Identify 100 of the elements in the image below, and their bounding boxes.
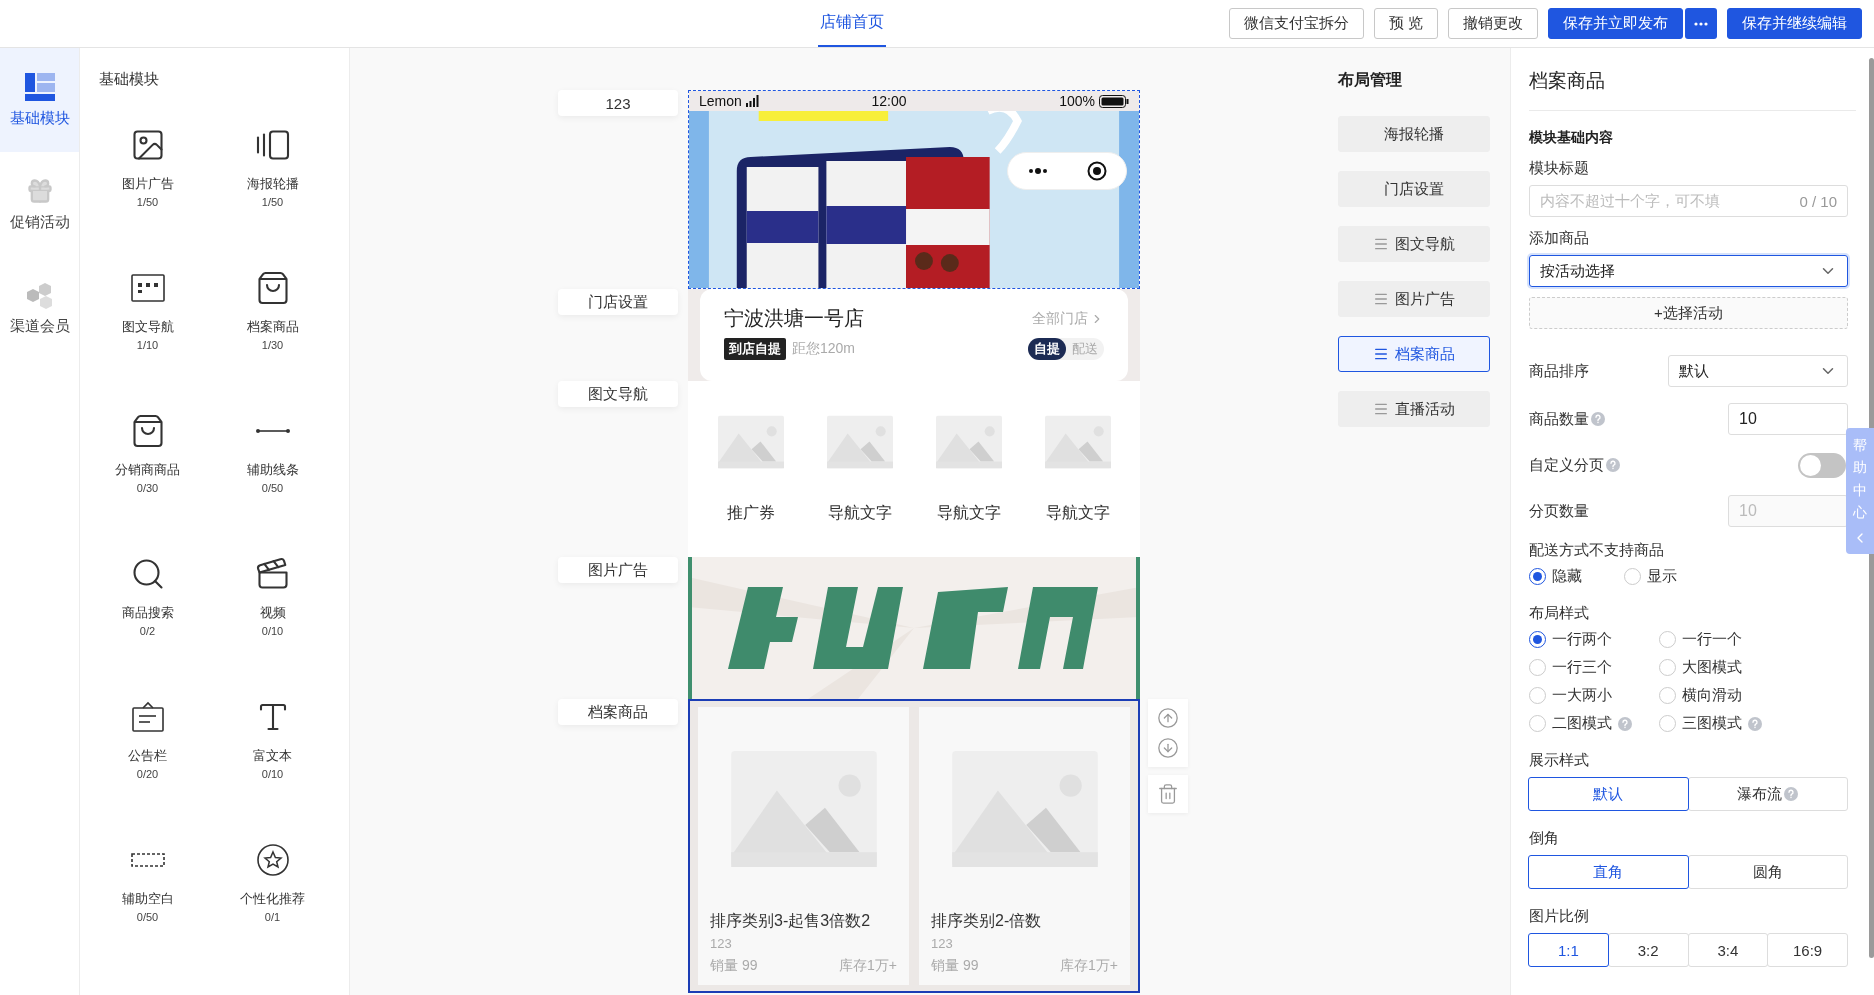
trash-icon[interactable]	[1157, 783, 1179, 805]
section-label[interactable]: 图片广告	[558, 557, 678, 583]
field-label: 展示样式	[1529, 751, 1590, 770]
drag-handle-icon[interactable]	[1373, 346, 1389, 362]
radio-option[interactable]: 大图模式	[1659, 658, 1809, 677]
help-icon[interactable]	[1784, 787, 1799, 801]
signal-icon	[744, 95, 759, 107]
banner-section[interactable]: Lemon 12:00 100%	[688, 90, 1140, 289]
module-count: 0/10	[261, 768, 284, 780]
segment-button[interactable]: 16:9	[1767, 933, 1848, 967]
segment-button[interactable]: 3:2	[1607, 933, 1689, 967]
radio-option[interactable]: 一行一个	[1659, 630, 1809, 649]
segment-button[interactable]: 圆角	[1687, 855, 1848, 889]
segment-button[interactable]: 瀑布流	[1687, 777, 1848, 811]
select-field[interactable]: 按活动选择	[1529, 255, 1848, 287]
side-nav-item[interactable]: 渠道会员	[0, 256, 79, 360]
sales-count: 销量 99	[931, 957, 979, 975]
section-label[interactable]: 档案商品	[558, 699, 678, 725]
field-label: 自定义分页	[1529, 455, 1620, 475]
module-name[interactable]: 公告栏	[128, 747, 167, 765]
move-up-icon[interactable]	[1157, 707, 1179, 729]
radio-option[interactable]: 横向滑动	[1659, 686, 1809, 705]
move-down-icon[interactable]	[1157, 737, 1179, 759]
segment-button[interactable]: 直角	[1528, 855, 1689, 889]
nav-item-label[interactable]: 推广券	[726, 503, 775, 524]
module-name[interactable]: 商品搜索	[121, 604, 174, 622]
layout-title: 布局管理	[1338, 70, 1403, 90]
module-count: 0/20	[136, 768, 159, 780]
module-name[interactable]: 个性化推荐	[240, 890, 305, 908]
nav-item-label[interactable]: 导航文字	[936, 503, 1001, 524]
toolbar-button[interactable]: 撤销更改	[1448, 8, 1538, 39]
field-label: 布局样式	[1529, 604, 1590, 623]
module-name[interactable]: 档案商品	[246, 318, 299, 336]
section-label[interactable]: 图文导航	[558, 381, 678, 407]
field-label: 商品数量	[1529, 409, 1605, 429]
toggle-switch[interactable]	[1798, 452, 1846, 478]
radio-option[interactable]: 显示	[1624, 567, 1719, 586]
battery-icon	[1099, 94, 1129, 108]
more-button[interactable]	[1685, 8, 1717, 39]
line-icon	[254, 428, 291, 434]
radio-option[interactable]: 二图模式	[1529, 714, 1659, 733]
store-section[interactable]: 宁波洪塘一号店 全部门店 到店自提 距您120m 自提 配送	[688, 289, 1140, 381]
radio-option[interactable]: 一行两个	[1529, 630, 1659, 649]
product-card[interactable]: 排序类别2-倍数 123 销量 99 库存1万+	[919, 707, 1130, 985]
module-name[interactable]: 分销商商品	[115, 461, 180, 479]
layout-item[interactable]: 图片广告	[1338, 281, 1490, 317]
module-name[interactable]: 辅助空白	[121, 890, 174, 908]
module-name[interactable]: 辅助线条	[246, 461, 299, 479]
help-icon[interactable]	[1591, 412, 1605, 426]
nav-item-label[interactable]: 导航文字	[1045, 503, 1110, 524]
gallery-icon	[254, 127, 291, 163]
help-icon[interactable]	[1748, 716, 1762, 731]
layout-item[interactable]: 直播活动	[1338, 391, 1490, 427]
module-name[interactable]: 富文本	[253, 747, 292, 765]
segment-button[interactable]: 默认	[1528, 777, 1689, 811]
layout-item[interactable]: 档案商品	[1338, 336, 1490, 372]
toolbar-button[interactable]: 预 览	[1373, 8, 1438, 39]
module-name[interactable]: 视频	[259, 604, 286, 622]
radio-option[interactable]: 三图模式	[1659, 714, 1809, 733]
radio-option[interactable]: 一大两小	[1529, 686, 1659, 705]
drag-handle-icon[interactable]	[1373, 291, 1389, 307]
drag-handle-icon[interactable]	[1373, 401, 1389, 417]
layout-item[interactable]: 海报轮播	[1338, 116, 1490, 152]
toolbar-button[interactable]: 微信支付宝拆分	[1228, 8, 1364, 39]
module-count: 0/50	[136, 911, 159, 923]
goods-section[interactable]: 排序类别3-起售3倍数2 123 销量 99 库存1万+ 排序类别2-倍数 123 销量 99 库存1万+	[688, 699, 1140, 993]
section-label[interactable]: 123	[558, 90, 678, 116]
drag-handle-icon[interactable]	[1373, 236, 1389, 252]
more-icon[interactable]	[1027, 168, 1048, 174]
layout-item[interactable]: 门店设置	[1338, 171, 1490, 207]
side-nav-item[interactable]: 促销活动	[0, 152, 79, 256]
layout-item[interactable]: 图文导航	[1338, 226, 1490, 262]
publish-button[interactable]: 保存并立即发布	[1548, 8, 1683, 39]
module-name[interactable]: 图文导航	[121, 318, 174, 336]
nav-item-label[interactable]: 导航文字	[827, 503, 892, 524]
capsule-menu[interactable]	[1007, 152, 1127, 190]
select-activity-button[interactable]: +选择活动	[1529, 297, 1848, 329]
help-icon[interactable]	[1606, 458, 1620, 472]
segment-button[interactable]: 1:1	[1528, 933, 1609, 967]
nav-section[interactable]: 推广券 导航文字 导航文字 导航文字	[688, 381, 1140, 557]
side-nav-item[interactable]: 基础模块	[0, 48, 79, 152]
segment-button[interactable]: 3:4	[1687, 933, 1769, 967]
number-input[interactable]: 10	[1728, 403, 1848, 435]
help-icon[interactable]	[1618, 716, 1632, 731]
radio-option[interactable]: 一行三个	[1529, 658, 1659, 677]
image-placeholder-icon	[717, 415, 784, 469]
module-name[interactable]: 图片广告	[121, 175, 174, 193]
store-name: 宁波洪塘一号店	[724, 306, 864, 331]
section-label[interactable]: 门店设置	[558, 289, 678, 315]
module-name[interactable]: 海报轮播	[246, 175, 299, 193]
target-icon[interactable]	[1086, 161, 1107, 181]
carrier-name: Lemon	[699, 93, 742, 109]
radio-option[interactable]: 隐藏	[1529, 567, 1624, 586]
product-card[interactable]: 排序类别3-起售3倍数2 123 销量 99 库存1万+	[698, 707, 909, 985]
module-count: 0/50	[261, 482, 284, 494]
module-count: 1/30	[261, 339, 284, 351]
image-placeholder-icon	[730, 751, 877, 867]
save-button[interactable]: 保存并继续编辑	[1727, 8, 1862, 39]
delivery-mode-toggle[interactable]: 自提	[1028, 338, 1066, 360]
select-field[interactable]: 默认	[1668, 355, 1848, 387]
